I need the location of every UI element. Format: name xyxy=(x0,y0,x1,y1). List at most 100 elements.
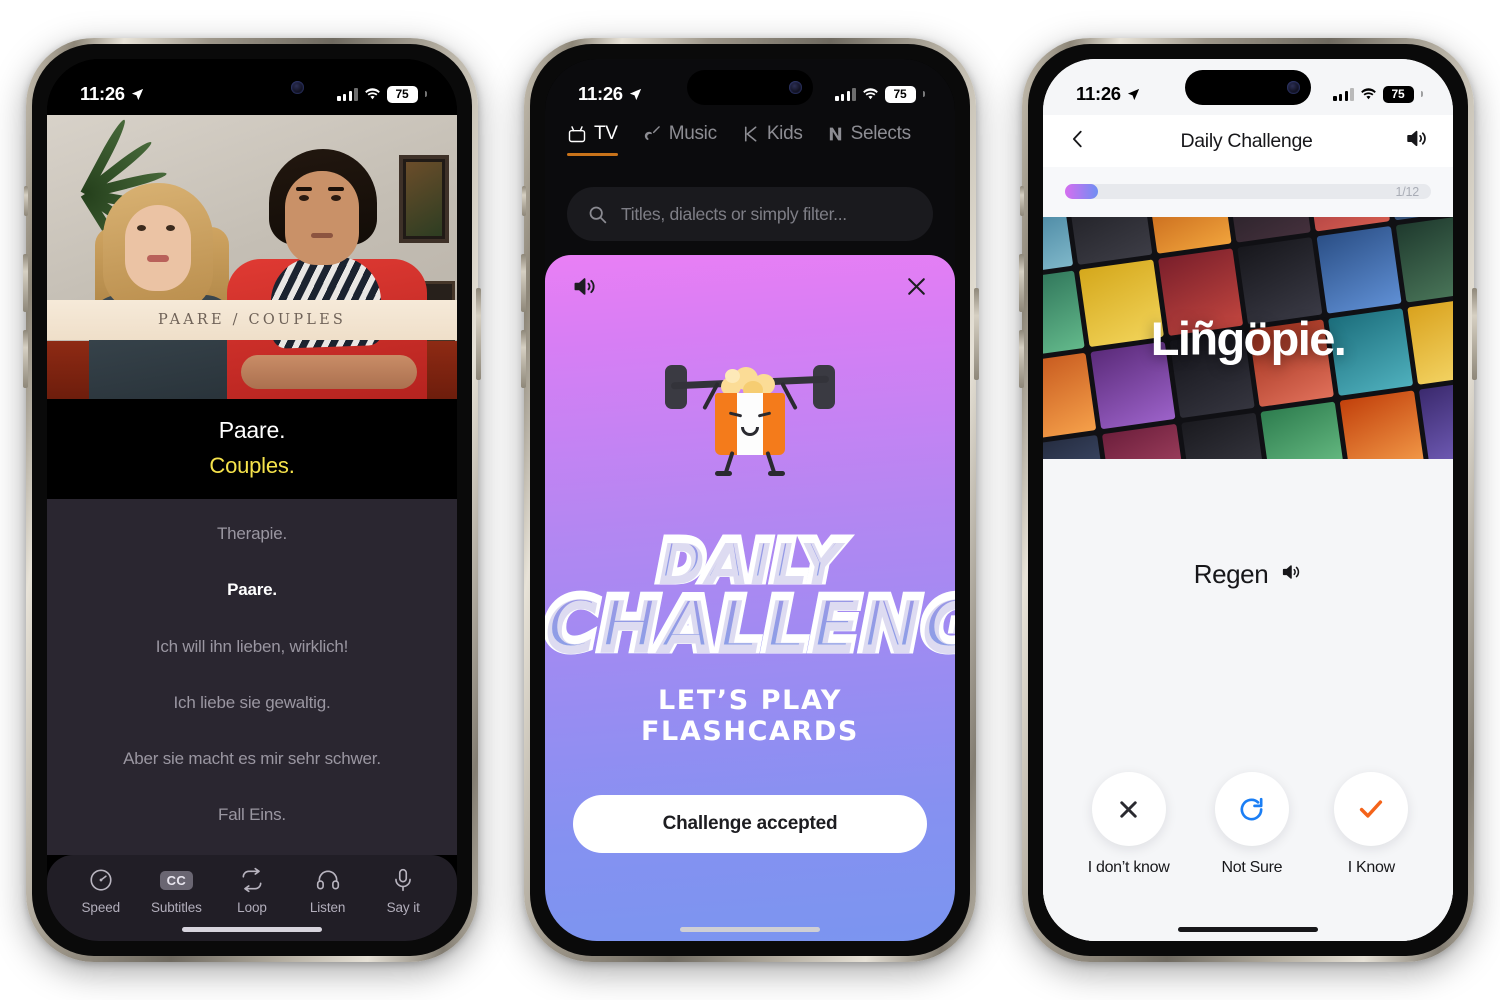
power-button[interactable] xyxy=(476,288,481,380)
search-input[interactable]: Titles, dialects or simply filter... xyxy=(567,187,933,241)
loop-icon xyxy=(239,867,265,893)
phone-screen-2: TV Music Kids Selects Titles, dialects o… xyxy=(545,59,955,941)
actor-woman xyxy=(87,183,237,399)
tab-label: Music xyxy=(668,123,717,144)
daily-challenge-modal: DAILY CHALLENGE LET’S PLAY FLASHCARDS Ch… xyxy=(545,255,955,941)
phone-bezel-1: PAARE / COUPLES Paare. Couples. Therapie… xyxy=(32,44,472,956)
video-player[interactable]: PAARE / COUPLES xyxy=(47,115,457,399)
dynamic-island xyxy=(1185,70,1311,105)
progress-fill xyxy=(1065,184,1098,199)
modal-title-line2: CHALLENGE xyxy=(545,583,955,664)
phone-frame-2: TV Music Kids Selects Titles, dialects o… xyxy=(521,38,979,962)
phone-bezel-3: Daily Challenge 1/12 Liñgöpie. Regen I d… xyxy=(1028,44,1468,956)
selects-n-icon xyxy=(827,124,844,144)
toolbar-item-listen[interactable]: Listen xyxy=(290,867,366,915)
home-indicator[interactable] xyxy=(182,926,322,932)
toolbar-item-speed[interactable]: Speed xyxy=(63,867,139,915)
power-button[interactable] xyxy=(1472,288,1477,380)
front-camera xyxy=(789,81,802,94)
refresh-icon xyxy=(1214,772,1289,846)
tab-tv[interactable]: TV xyxy=(567,123,618,156)
speaker-icon[interactable] xyxy=(1280,561,1302,588)
phone-flashcard: Daily Challenge 1/12 Liñgöpie. Regen I d… xyxy=(1019,38,1477,962)
challenge-accepted-button[interactable]: Challenge accepted xyxy=(573,795,927,853)
transcript-line[interactable]: Ich liebe sie gewaltig. xyxy=(67,692,437,713)
phone-showcase: PAARE / COUPLES Paare. Couples. Therapie… xyxy=(0,0,1500,1000)
answer-label: Not Sure xyxy=(1221,859,1283,876)
tab-label: TV xyxy=(594,123,618,144)
transcript-line[interactable]: Aber sie macht es mir sehr schwer. xyxy=(67,748,437,769)
progress-label: 1/12 xyxy=(1395,184,1419,199)
toolbar-item-say-it[interactable]: Say it xyxy=(365,867,441,915)
kids-k-icon xyxy=(741,124,760,144)
modal-top-bar xyxy=(545,255,955,305)
volume-down-button[interactable] xyxy=(521,330,526,388)
dynamic-island xyxy=(189,70,315,105)
check-icon xyxy=(1334,772,1409,846)
phone-screen-1: PAARE / COUPLES Paare. Couples. Therapie… xyxy=(47,59,457,941)
search-icon xyxy=(589,206,607,223)
modal-subtitle: LET’S PLAY FLASHCARDS xyxy=(641,684,859,747)
silent-switch[interactable] xyxy=(522,186,526,216)
silent-switch[interactable] xyxy=(1020,186,1024,216)
home-indicator[interactable] xyxy=(1178,926,1318,932)
modal-headline: DAILY CHALLENGE LET’S PLAY FLASHCARDS xyxy=(545,529,955,747)
modal-title-line1: DAILY xyxy=(545,529,955,594)
player-screen: PAARE / COUPLES Paare. Couples. Therapie… xyxy=(47,59,457,941)
microphone-icon xyxy=(390,867,416,893)
volume-up-button[interactable] xyxy=(521,254,526,312)
phone-player: PAARE / COUPLES Paare. Couples. Therapie… xyxy=(23,38,481,962)
volume-down-button[interactable] xyxy=(23,330,28,388)
volume-up-button[interactable] xyxy=(23,254,28,312)
phone-screen-3: Daily Challenge 1/12 Liñgöpie. Regen I d… xyxy=(1043,59,1453,941)
progress-section: 1/12 xyxy=(1043,167,1453,217)
subtitle-area[interactable]: Paare. Couples. xyxy=(47,399,457,499)
phone-bezel-2: TV Music Kids Selects Titles, dialects o… xyxy=(530,44,970,956)
television-icon xyxy=(567,124,587,144)
toolbar-label: Subtitles xyxy=(150,900,202,915)
chevron-left-icon[interactable] xyxy=(1067,128,1089,155)
subtitle-source: Paare. xyxy=(218,417,286,443)
search-placeholder: Titles, dialects or simply filter... xyxy=(621,203,847,224)
catalog-tabs: TV Music Kids Selects xyxy=(545,123,955,156)
toolbar-item-loop[interactable]: Loop xyxy=(214,867,290,915)
answer-label: I Know xyxy=(1347,859,1395,876)
catalog-screen: TV Music Kids Selects Titles, dialects o… xyxy=(545,59,955,941)
toolbar-label: Speed xyxy=(81,900,121,915)
guitar-icon xyxy=(642,124,662,144)
silent-switch[interactable] xyxy=(24,186,28,216)
page-title: Daily Challenge xyxy=(1180,129,1313,152)
flashcard-word-row[interactable]: Regen xyxy=(1043,559,1453,590)
transcript-line[interactable]: Fall Eins. xyxy=(67,804,437,825)
tab-kids[interactable]: Kids xyxy=(741,123,803,156)
popcorn-weightlifter-icon xyxy=(665,347,835,477)
flashcard-body: Regen I don’t know Not Sure I Know xyxy=(1043,459,1453,941)
tab-label: Selects xyxy=(850,123,912,144)
phone-frame-3: Daily Challenge 1/12 Liñgöpie. Regen I d… xyxy=(1019,38,1477,962)
answer-not-sure[interactable]: Not Sure xyxy=(1214,772,1289,877)
close-icon[interactable] xyxy=(904,274,929,304)
home-indicator[interactable] xyxy=(680,926,820,932)
phone-frame-1: PAARE / COUPLES Paare. Couples. Therapie… xyxy=(23,38,481,962)
power-button[interactable] xyxy=(974,288,979,380)
transcript-list[interactable]: Therapie. Paare. Ich will ihn lieben, wi… xyxy=(47,499,457,855)
toolbar-label: Loop xyxy=(237,900,267,915)
tab-selects[interactable]: Selects xyxy=(827,123,911,156)
answer-i-know[interactable]: I Know xyxy=(1334,772,1409,877)
transcript-line[interactable]: Ich will ihn lieben, wirklich! xyxy=(67,636,437,657)
front-camera xyxy=(1287,81,1300,94)
subtitle-translation: Couples. xyxy=(209,453,295,478)
transcript-line-current[interactable]: Paare. xyxy=(67,579,437,600)
front-camera xyxy=(291,81,304,94)
volume-down-button[interactable] xyxy=(1019,330,1024,388)
tab-music[interactable]: Music xyxy=(642,123,717,156)
close-x-icon xyxy=(1091,772,1166,846)
transcript-line[interactable]: Therapie. xyxy=(67,523,437,544)
answer-i-dont-know[interactable]: I don’t know xyxy=(1088,772,1170,877)
toolbar-label: Say it xyxy=(386,900,420,915)
lingopie-brand: Liñgöpie. xyxy=(1150,311,1347,365)
speaker-icon[interactable] xyxy=(1404,126,1429,156)
volume-up-button[interactable] xyxy=(1019,254,1024,312)
toolbar-item-subtitles[interactable]: CC Subtitles xyxy=(139,867,215,915)
speaker-icon[interactable] xyxy=(571,273,598,305)
